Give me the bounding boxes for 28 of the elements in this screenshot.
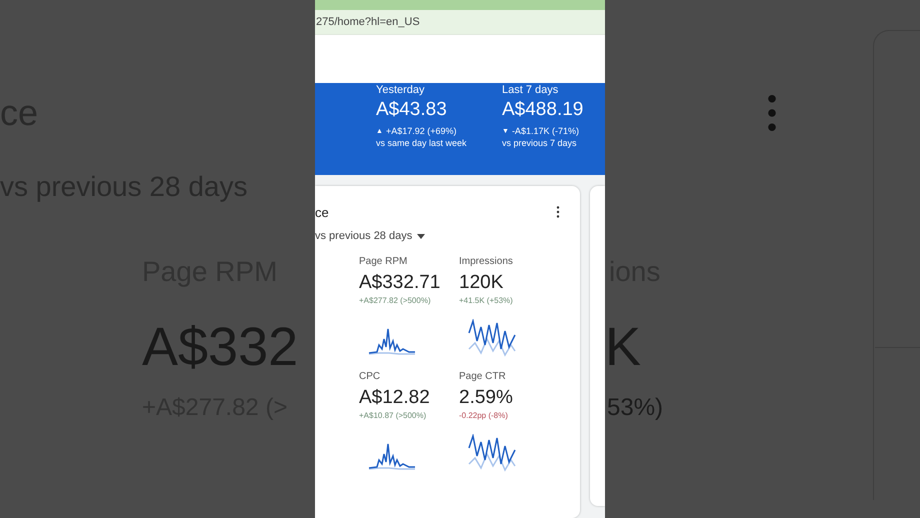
sparkline-drawing [467, 319, 517, 357]
more-icon [766, 94, 778, 132]
metric-label: Impressions [459, 257, 514, 267]
metric-change: +41.5K (+53%) [459, 297, 514, 305]
metric-value: 2.59% [459, 388, 514, 407]
earnings-comparison: vs previous 7 days [502, 139, 578, 148]
metric-change: +A$10.87 (>500%) [359, 412, 428, 420]
metric-change: -0.22pp (-8%) [459, 412, 509, 420]
earnings-comparison: vs same day last week [376, 139, 468, 148]
caret-icon [417, 234, 426, 239]
earnings-label: Yesterday [376, 85, 426, 96]
metric-label: CPC [359, 372, 382, 382]
earnings-change: -A$1.17K (-71%) [512, 127, 579, 136]
sparkline-drawing [467, 434, 517, 472]
address-bar[interactable]: 275/home?hl=en_US [315, 10, 605, 34]
card-title: ce [315, 206, 329, 219]
metric-value: 120K [459, 273, 504, 292]
metric-label: Page RPM [359, 257, 408, 267]
earnings-label: Last 7 days [502, 85, 560, 96]
metric-value: A$12.82 [359, 388, 431, 407]
metric-value: A$332.71 [359, 273, 442, 292]
earnings-change: +A$17.92 (+69%) [386, 127, 456, 136]
period-dropdown[interactable]: vs previous 28 days [315, 231, 426, 242]
earnings-value: A$43.83 [376, 100, 448, 119]
more-icon[interactable] [556, 206, 560, 218]
earnings-value: A$488.19 [502, 100, 584, 119]
metric-change: +A$277.82 (>500%) [359, 297, 432, 305]
metric-label: Page CTR [459, 372, 507, 382]
